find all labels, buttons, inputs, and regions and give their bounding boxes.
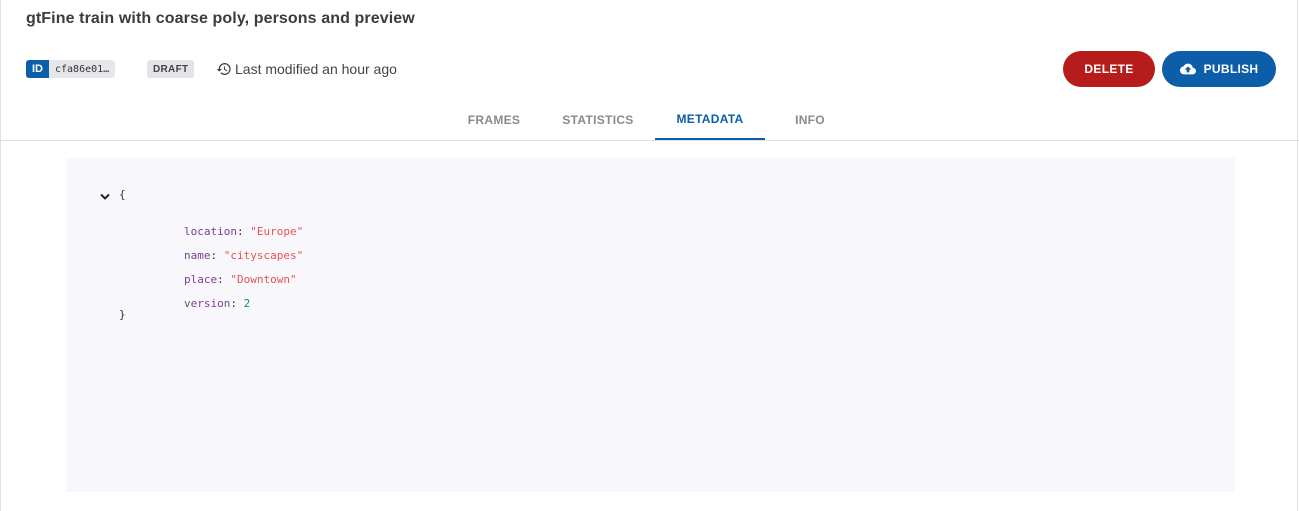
delete-button[interactable]: DELETE [1063,51,1155,87]
id-label: ID [26,60,49,78]
json-open-brace: { [119,188,126,201]
history-icon [216,61,232,77]
tab-frames[interactable]: FRAMES [454,100,534,140]
cloud-upload-icon [1179,61,1196,77]
metadata-panel: { location: "Europe" name: "cityscapes" … [66,158,1235,492]
dataset-detail-view: gtFine train with coarse poly, persons a… [0,0,1299,511]
delete-button-label: DELETE [1084,62,1134,76]
page-title: gtFine train with coarse poly, persons a… [26,10,415,27]
chevron-down-icon[interactable] [100,191,110,200]
id-value: cfa86e01… [55,63,110,75]
tab-statistics[interactable]: STATISTICS [549,100,647,140]
id-chip[interactable]: ID cfa86e01… [26,60,116,78]
json-entry: version: 2 [183,297,251,310]
tab-bar: FRAMES STATISTICS METADATA INFO [1,100,1299,141]
publish-button[interactable]: PUBLISH [1162,51,1276,87]
json-close-brace: } [119,308,126,321]
tab-metadata[interactable]: METADATA [655,100,765,140]
last-modified: Last modified an hour ago [216,60,397,78]
json-key: version [183,297,231,310]
last-modified-text: Last modified an hour ago [235,61,397,77]
status-badge: DRAFT [147,60,195,78]
publish-button-label: PUBLISH [1203,62,1259,76]
json-value: 2 [243,297,251,310]
tab-info[interactable]: INFO [781,100,839,140]
